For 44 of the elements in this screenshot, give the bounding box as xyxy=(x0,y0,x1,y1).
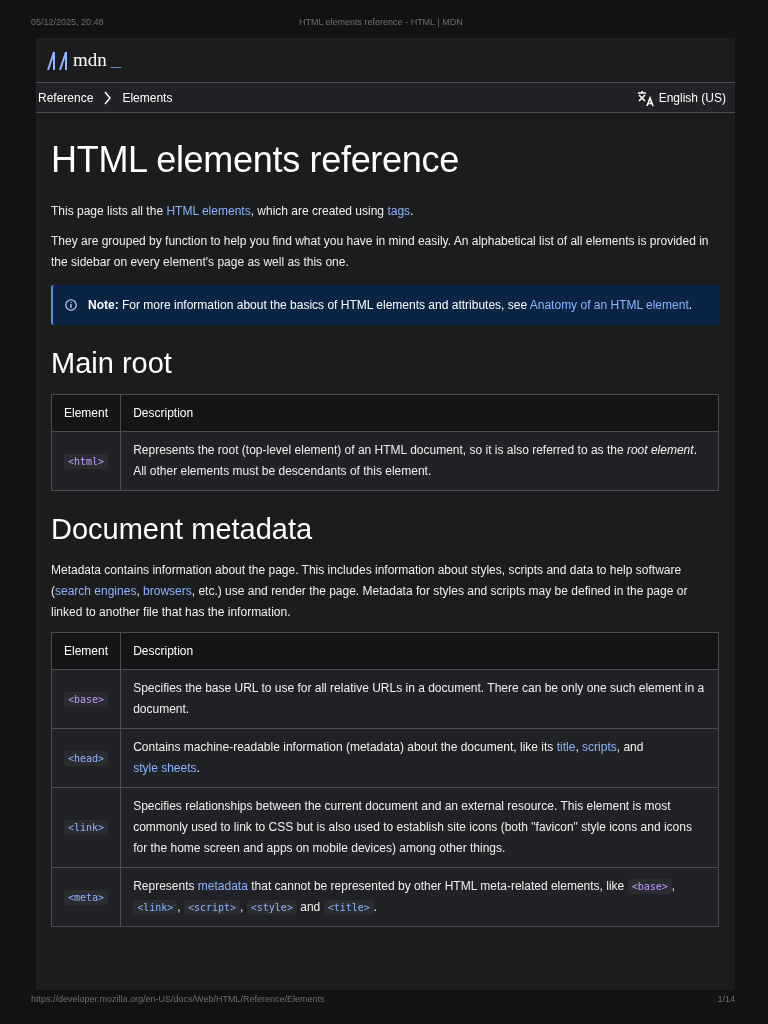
link[interactable]: scripts xyxy=(582,740,617,754)
table-cell: Represents metadata that cannot be represented by other HTML meta-related elements, like <base> , <link> , <script> , <style> and <title> . xyxy=(120,867,719,927)
table-cell: Contains machine-readable information (metadata) about the document, like its title, scripts, and style sheets. xyxy=(120,728,719,788)
code-link[interactable]: <title> xyxy=(323,900,374,915)
print-title: HTML elements reference - HTML | MDN xyxy=(298,17,463,29)
link[interactable]: browsers xyxy=(143,584,192,598)
translate-icon xyxy=(636,88,655,107)
link[interactable]: HTML elements xyxy=(166,204,251,218)
paragraph: Metadata contains information about the page. This includes information about styles, scripts and data to help software (search engines, browsers, etc.) use and render the page. Metadata for styles and scripts may be defined in the page or linked to another file that has the information. xyxy=(51,562,689,621)
link[interactable]: metadata xyxy=(197,879,248,893)
paragraph: This page lists all the HTML elements, which are created using tags. xyxy=(51,203,415,220)
code-link[interactable]: <html> xyxy=(64,453,109,469)
table-cell: Specifies relationships between the current document and an external resource. This element is most commonly used to link to CSS but is also used to establish site icons (both "favicon" style icons and icons for the home screen and apps on mobile devices) among other things. xyxy=(120,787,719,868)
chevron-right-icon xyxy=(103,90,113,105)
column-header: Description xyxy=(120,632,719,670)
page-title: HTML elements reference xyxy=(51,139,460,181)
column-header: Description xyxy=(120,394,719,432)
code-link[interactable]: <link> xyxy=(64,820,109,835)
code-link[interactable]: <base> xyxy=(627,879,672,894)
code-link[interactable]: <head> xyxy=(64,750,109,766)
link[interactable]: style sheets xyxy=(133,761,197,775)
page-number: 1/14 xyxy=(717,994,735,1004)
breadcrumb-link[interactable]: Elements xyxy=(122,90,173,105)
code-link[interactable]: <style> xyxy=(246,900,297,915)
logo-mark-icon xyxy=(47,51,69,71)
link[interactable]: Anatomy of an HTML element xyxy=(529,298,689,312)
section-heading: Document metadata xyxy=(51,513,314,546)
note-text: Note: For more information about the basics of HTML elements and attributes, see Anatomy of an HTML element. xyxy=(88,298,693,312)
column-header: Element xyxy=(51,394,121,432)
print-date: 05/12/2025, 20:48 xyxy=(31,17,104,29)
table-cell: Specifies the base URL to use for all relative URLs in a document. There can be only one such element in a document. xyxy=(120,669,719,729)
column-header: Element xyxy=(51,632,121,670)
code-link[interactable]: <script> xyxy=(183,900,241,915)
language-button[interactable]: English (US) xyxy=(636,88,726,107)
paragraph: They are grouped by function to help you find what you have in mind easily. An alphabetical list of all elements is provided in the sidebar on every element's page as well as this one. xyxy=(51,233,710,271)
table-cell: Represents the root (top-level element) of an HTML document, so it is also referred to as the root element. All other elements must be descendants of this element. xyxy=(120,431,719,491)
info-icon xyxy=(65,299,77,311)
code-link[interactable]: <meta> xyxy=(64,889,109,905)
mdn-logo[interactable]: mdn _ xyxy=(47,49,122,71)
print-url: https://developer.mozilla.org/en-US/docs/Web/HTML/Reference/Elements xyxy=(31,994,325,1004)
section-heading: Main root xyxy=(51,347,173,380)
code-link[interactable]: <link> xyxy=(133,900,178,915)
code-link[interactable]: <base> xyxy=(64,691,109,707)
breadcrumb-link[interactable]: Reference xyxy=(38,90,94,105)
